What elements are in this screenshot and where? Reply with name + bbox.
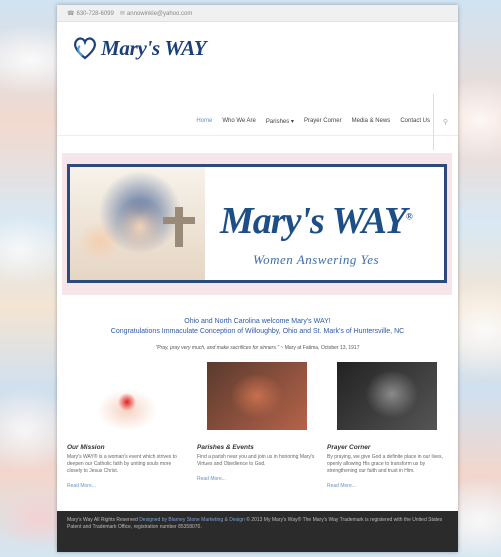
banner-title-text: Mary's WAY xyxy=(220,200,407,242)
email-text: annowinkle@yahoo.com xyxy=(126,10,193,17)
main-nav: Home Who We Are Parishes ▾ Prayer Corner… xyxy=(196,118,430,125)
nav-contact-us[interactable]: Contact Us xyxy=(400,118,430,125)
banner-trademark: ® xyxy=(406,211,413,222)
welcome-message: Ohio and North Carolina welcome Mary's W… xyxy=(57,317,458,337)
phone-text: 630-728-6099 xyxy=(76,10,114,17)
site-logo[interactable]: Mary's WAY xyxy=(71,34,207,62)
prayer-column: Prayer Corner By praying, we give God a … xyxy=(327,362,447,489)
banner-subtitle: Women Answering Yes xyxy=(253,252,380,267)
site-footer: Mary's Way All Rights Reserved Designed … xyxy=(57,511,458,552)
welcome-line-2: Congratulations Immaculate Conception of… xyxy=(110,328,405,335)
nav-parishes[interactable]: Parishes ▾ xyxy=(266,118,294,125)
parishes-text: Find a parish near you and join us in ho… xyxy=(197,454,315,467)
search-icon[interactable]: ⚲ xyxy=(443,118,448,126)
nav-home[interactable]: Home xyxy=(196,118,212,125)
prayer-title: Prayer Corner xyxy=(327,444,371,451)
email-contact[interactable]: ✉ annowinkle@yahoo.com xyxy=(120,10,193,17)
mission-column: Our Mission Mary's WAY® is a woman's eve… xyxy=(67,362,187,489)
phone-contact[interactable]: ☎ 630-728-6099 xyxy=(67,10,114,17)
mission-title: Our Mission xyxy=(67,444,105,451)
parishes-column: Parishes & Events Find a parish near you… xyxy=(197,362,317,482)
envelope-icon: ✉ xyxy=(119,10,125,17)
quote-text: "Pray, pray very much, and make sacrific… xyxy=(155,345,280,351)
nav-prayer-corner[interactable]: Prayer Corner xyxy=(304,118,342,125)
banner-title: Mary's WAY® xyxy=(220,199,413,243)
prayer-read-more-link[interactable]: Read More... xyxy=(327,483,447,489)
caret-down-icon: ▾ xyxy=(289,119,294,125)
quote-attribution: ~ Mary at Fatima, October 13, 1917 xyxy=(279,345,360,351)
footer-rights: Mary's Way All Rights Reserved xyxy=(67,517,140,523)
rosary-cross-icon xyxy=(163,207,195,247)
fatima-quote: "Pray, pray very much, and make sacrific… xyxy=(57,345,458,351)
footer-designer-link[interactable]: Designed by Blarney Stone Marketing & De… xyxy=(139,517,245,523)
parishes-read-more-link[interactable]: Read More... xyxy=(197,476,317,482)
logo-text: Mary's WAY xyxy=(101,35,207,60)
nav-parishes-label: Parishes xyxy=(265,119,290,125)
prayer-text: By praying, we give God a definite place… xyxy=(327,454,443,474)
parishes-title: Parishes & Events xyxy=(197,444,254,451)
heart-logo-icon xyxy=(74,37,96,60)
welcome-line-1: Ohio and North Carolina welcome Mary's W… xyxy=(184,318,331,325)
banner-section: Mary's WAY® Women Answering Yes xyxy=(62,153,452,295)
rosary-hands-image xyxy=(207,362,307,430)
praying-woman-image xyxy=(337,362,437,430)
mission-read-more-link[interactable]: Read More... xyxy=(67,483,187,489)
heart-in-hands-image xyxy=(77,362,177,430)
page-container: ☎ 630-728-6099 ✉ annowinkle@yahoo.com Mary… xyxy=(57,5,458,552)
nav-who-we-are[interactable]: Who We Are xyxy=(222,118,256,125)
nav-media-news[interactable]: Media & News xyxy=(352,118,391,125)
banner-image: Mary's WAY® Women Answering Yes xyxy=(67,164,447,283)
site-header: Mary's WAY Home Who We Are Parishes ▾ Pr… xyxy=(57,22,458,150)
top-bar: ☎ 630-728-6099 ✉ annowinkle@yahoo.com xyxy=(57,5,458,22)
mission-text: Mary's WAY® is a woman's event which str… xyxy=(67,454,177,474)
phone-icon: ☎ xyxy=(67,10,75,17)
nav-divider xyxy=(433,94,434,150)
